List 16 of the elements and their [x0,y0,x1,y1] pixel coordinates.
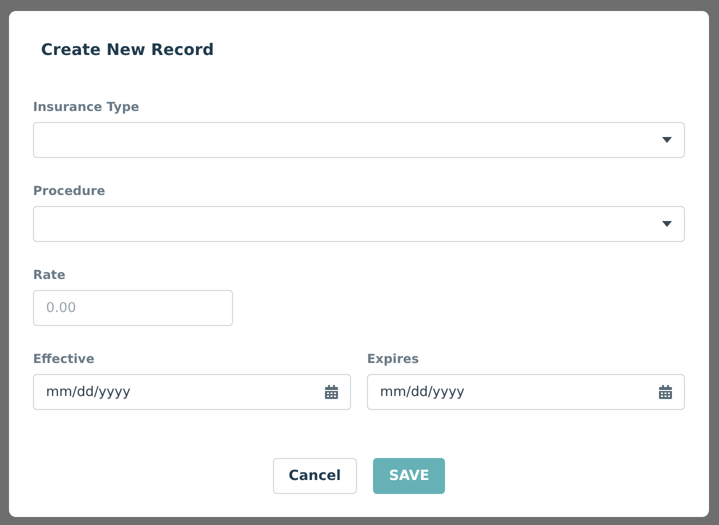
dialog-title: Create New Record [41,39,215,61]
field-label: Procedure [33,182,106,199]
date-field[interactable]: mm/dd/yyyy [367,374,685,410]
field-label: Rate [33,266,67,283]
caret-icon [662,137,672,143]
cancel-button[interactable]: Cancel [272,458,357,494]
field-label: Insurance Type [33,98,140,115]
field-label: Expires [367,350,420,367]
caret-icon [662,221,672,227]
select-field[interactable] [33,206,685,242]
input-field[interactable]: 0.00 [33,290,233,326]
date-field[interactable]: mm/dd/yyyy [33,374,351,410]
calendar-icon [325,385,338,399]
select-field[interactable] [33,122,685,158]
field-label: Effective [33,350,96,367]
calendar-icon [659,385,672,399]
